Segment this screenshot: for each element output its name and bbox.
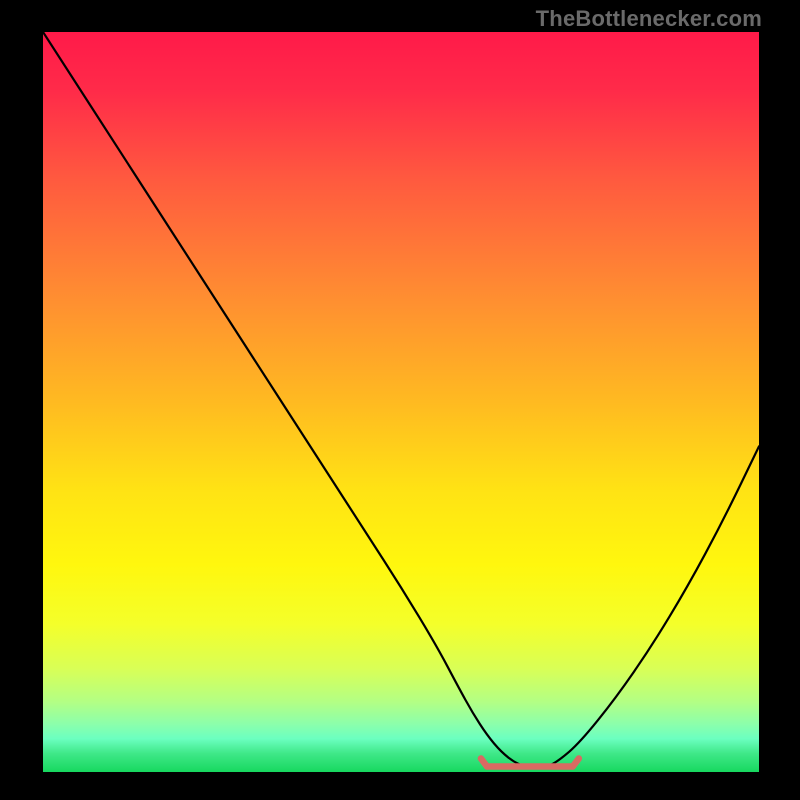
watermark-text: TheBottlenecker.com [536,6,762,32]
bottleneck-chart [0,0,800,800]
gradient-background [43,32,759,772]
